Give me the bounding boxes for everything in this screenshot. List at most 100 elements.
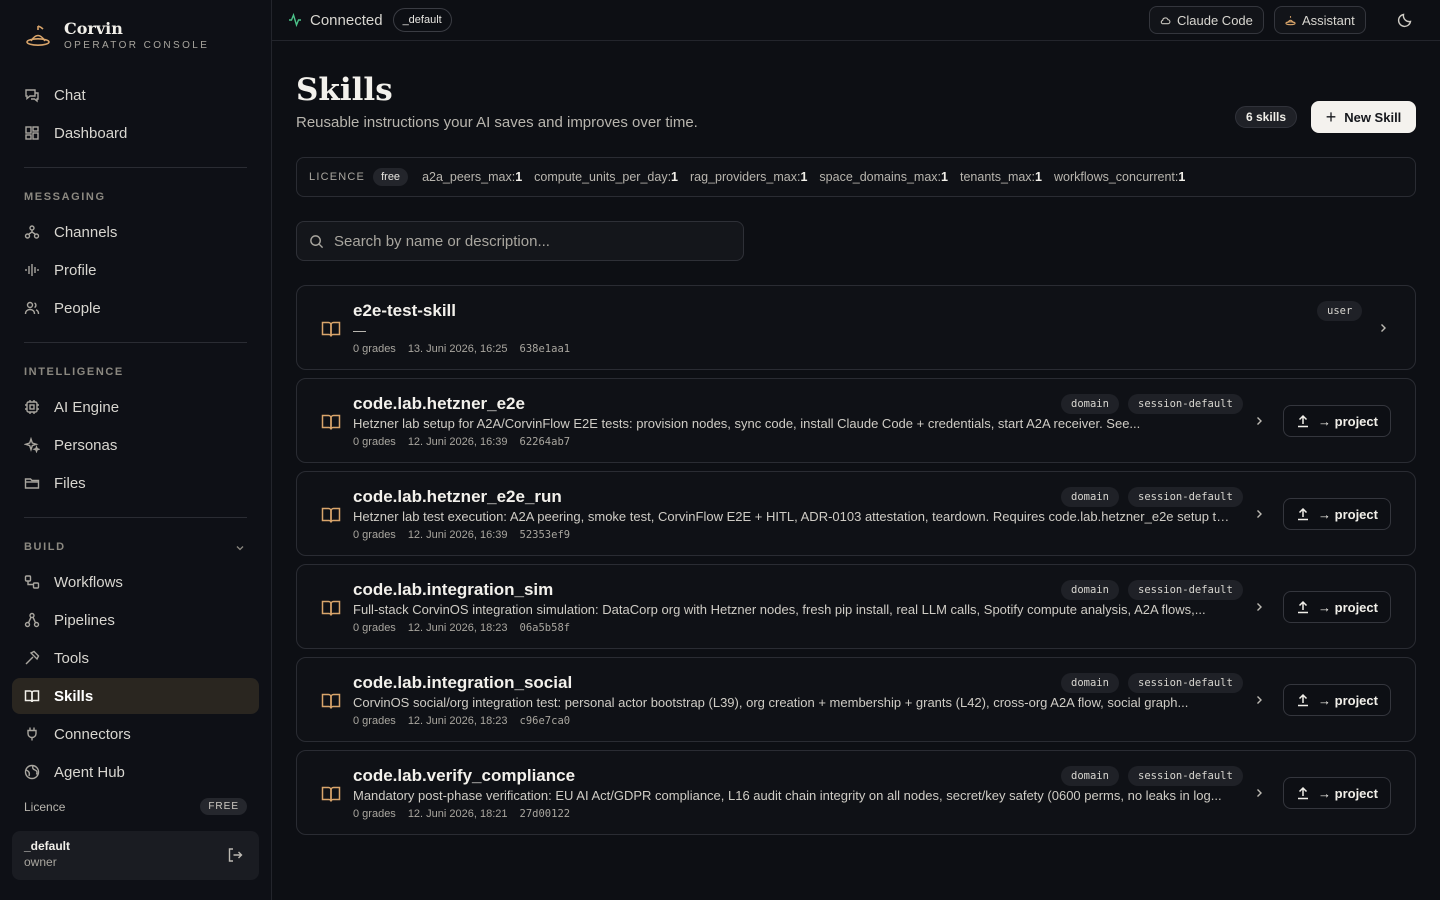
promote-label: → project: [1318, 785, 1378, 801]
promote-to-project-button[interactable]: → project: [1283, 591, 1391, 623]
skill-hash: 27d00122: [519, 808, 571, 820]
tenant-pill[interactable]: _default: [392, 8, 452, 32]
moon-icon[interactable]: [1397, 12, 1413, 28]
chevron-right-icon[interactable]: [1253, 787, 1265, 799]
chevron-right-icon[interactable]: [1253, 601, 1265, 613]
search-input[interactable]: [334, 232, 724, 250]
skill-card[interactable]: code.lab.integration_sim Full-stack Corv…: [296, 564, 1416, 649]
search-box: [296, 221, 744, 261]
chevron-right-icon[interactable]: [1253, 415, 1265, 427]
nav-label: Channels: [54, 223, 118, 241]
chevron-down-icon[interactable]: [235, 543, 245, 553]
book-icon: [24, 690, 40, 703]
skill-card[interactable]: code.lab.hetzner_e2e Hetzner lab setup f…: [296, 378, 1416, 463]
skill-card[interactable]: code.lab.verify_compliance Mandatory pos…: [296, 750, 1416, 835]
skill-card[interactable]: e2e-test-skill — 0 grades 13. Juni 2026,…: [296, 285, 1416, 370]
skill-name: code.lab.hetzner_e2e: [353, 394, 525, 413]
nav-item-profile[interactable]: Profile: [12, 252, 259, 288]
workflow-icon: [24, 575, 40, 589]
assistant-button[interactable]: Assistant: [1274, 6, 1366, 34]
skill-card[interactable]: code.lab.hetzner_e2e_run Hetzner lab tes…: [296, 471, 1416, 556]
promote-label: → project: [1318, 413, 1378, 429]
nav-item-people[interactable]: People: [12, 290, 259, 326]
chevron-right-icon[interactable]: [1377, 322, 1389, 334]
skill-card[interactable]: code.lab.integration_social CorvinOS soc…: [296, 657, 1416, 742]
connection-status: Connected _default: [288, 8, 452, 32]
skill-meta: 0 grades 12. Juni 2026, 18:23 06a5b58f: [353, 622, 570, 634]
skill-meta: 0 grades 13. Juni 2026, 16:25 638e1aa1: [353, 343, 570, 355]
sparkles-icon: [24, 437, 40, 453]
assistant-icon: [1285, 15, 1296, 25]
skill-description: Mandatory post-phase verification: EU AI…: [353, 788, 1222, 803]
licence-tier-badge: free: [373, 168, 409, 186]
assistant-label: Assistant: [1302, 12, 1355, 28]
brand-logo-icon: [26, 24, 50, 46]
skill-grades: 0 grades: [353, 715, 396, 727]
claude-code-label: Claude Code: [1177, 12, 1253, 28]
skill-description: Hetzner lab setup for A2A/CorvinFlow E2E…: [353, 416, 1141, 431]
nav-item-ai-engine[interactable]: AI Engine: [12, 389, 259, 425]
skill-grades: 0 grades: [353, 436, 396, 448]
skill-tag: domain: [1061, 487, 1119, 507]
skill-name: code.lab.integration_sim: [353, 580, 554, 599]
skill-tag: domain: [1061, 394, 1119, 414]
upload-icon: [1298, 507, 1309, 521]
skill-tag: session-default: [1128, 580, 1243, 600]
skill-description: CorvinOS social/org integration test: pe…: [353, 695, 1189, 710]
nav-item-pipelines[interactable]: Pipelines: [12, 602, 259, 638]
nav-item-personas[interactable]: Personas: [12, 427, 259, 463]
nav-label: Skills: [54, 687, 94, 705]
skill-name: code.lab.hetzner_e2e_run: [353, 487, 562, 506]
licence-limit: a2a_peers_max:1: [422, 170, 523, 184]
skill-tag: session-default: [1128, 766, 1243, 786]
globe-icon: [24, 764, 40, 780]
new-skill-label: New Skill: [1344, 109, 1402, 125]
licence-limit: rag_providers_max:1: [690, 170, 808, 184]
profile-waveform-icon: [25, 264, 39, 276]
claude-code-button[interactable]: Claude Code: [1149, 6, 1264, 34]
promote-label: → project: [1318, 599, 1378, 615]
new-skill-button[interactable]: + New Skill: [1311, 101, 1416, 133]
nav-item-workflows[interactable]: Workflows: [12, 564, 259, 600]
promote-to-project-button[interactable]: → project: [1283, 777, 1391, 809]
licence-label: Licence: [24, 799, 66, 814]
skill-meta: 0 grades 12. Juni 2026, 16:39 62264ab7: [353, 436, 570, 448]
skill-hash: 06a5b58f: [519, 622, 571, 634]
skill-name: code.lab.integration_social: [353, 673, 573, 692]
licence-caption: LICENCE: [309, 171, 366, 183]
nav-item-skills[interactable]: Skills: [12, 678, 259, 714]
plug-icon: [27, 727, 37, 741]
chevron-right-icon[interactable]: [1253, 694, 1265, 706]
nav-label: AI Engine: [54, 398, 120, 416]
promote-to-project-button[interactable]: → project: [1283, 498, 1391, 530]
book-icon: [321, 507, 341, 523]
nav-item-dashboard[interactable]: Dashboard: [12, 115, 259, 151]
skill-hash: 52353ef9: [519, 529, 571, 541]
skill-meta: 0 grades 12. Juni 2026, 16:39 52353ef9: [353, 529, 570, 541]
nav-item-chat[interactable]: Chat: [12, 77, 259, 113]
promote-label: → project: [1318, 506, 1378, 522]
section-label-intelligence: INTELLIGENCE: [24, 366, 124, 378]
nav-item-files[interactable]: Files: [12, 465, 259, 501]
licence-row[interactable]: Licence FREE: [24, 798, 247, 815]
chevron-right-icon[interactable]: [1253, 508, 1265, 520]
promote-to-project-button[interactable]: → project: [1283, 405, 1391, 437]
nav-item-connectors[interactable]: Connectors: [12, 716, 259, 752]
divider: [24, 342, 247, 343]
nav-label: Connectors: [54, 725, 131, 743]
promote-to-project-button[interactable]: → project: [1283, 684, 1391, 716]
skill-tag: user: [1317, 301, 1363, 321]
nav-item-tools[interactable]: Tools: [12, 640, 259, 676]
brand-name: Corvin: [64, 19, 123, 38]
skill-date: 12. Juni 2026, 16:39: [407, 529, 508, 541]
skill-date: 12. Juni 2026, 16:39: [407, 436, 508, 448]
logout-icon[interactable]: [227, 847, 243, 863]
book-icon: [321, 693, 341, 709]
nav-item-channels[interactable]: Channels: [12, 214, 259, 250]
brand[interactable]: Corvin OPERATOR CONSOLE: [24, 20, 209, 51]
nav-item-agent-hub[interactable]: Agent Hub: [12, 754, 259, 790]
skill-tag: domain: [1061, 673, 1119, 693]
licence-limit: compute_units_per_day:1: [534, 170, 678, 184]
upload-icon: [1298, 786, 1309, 800]
nav-label: Chat: [54, 86, 86, 104]
